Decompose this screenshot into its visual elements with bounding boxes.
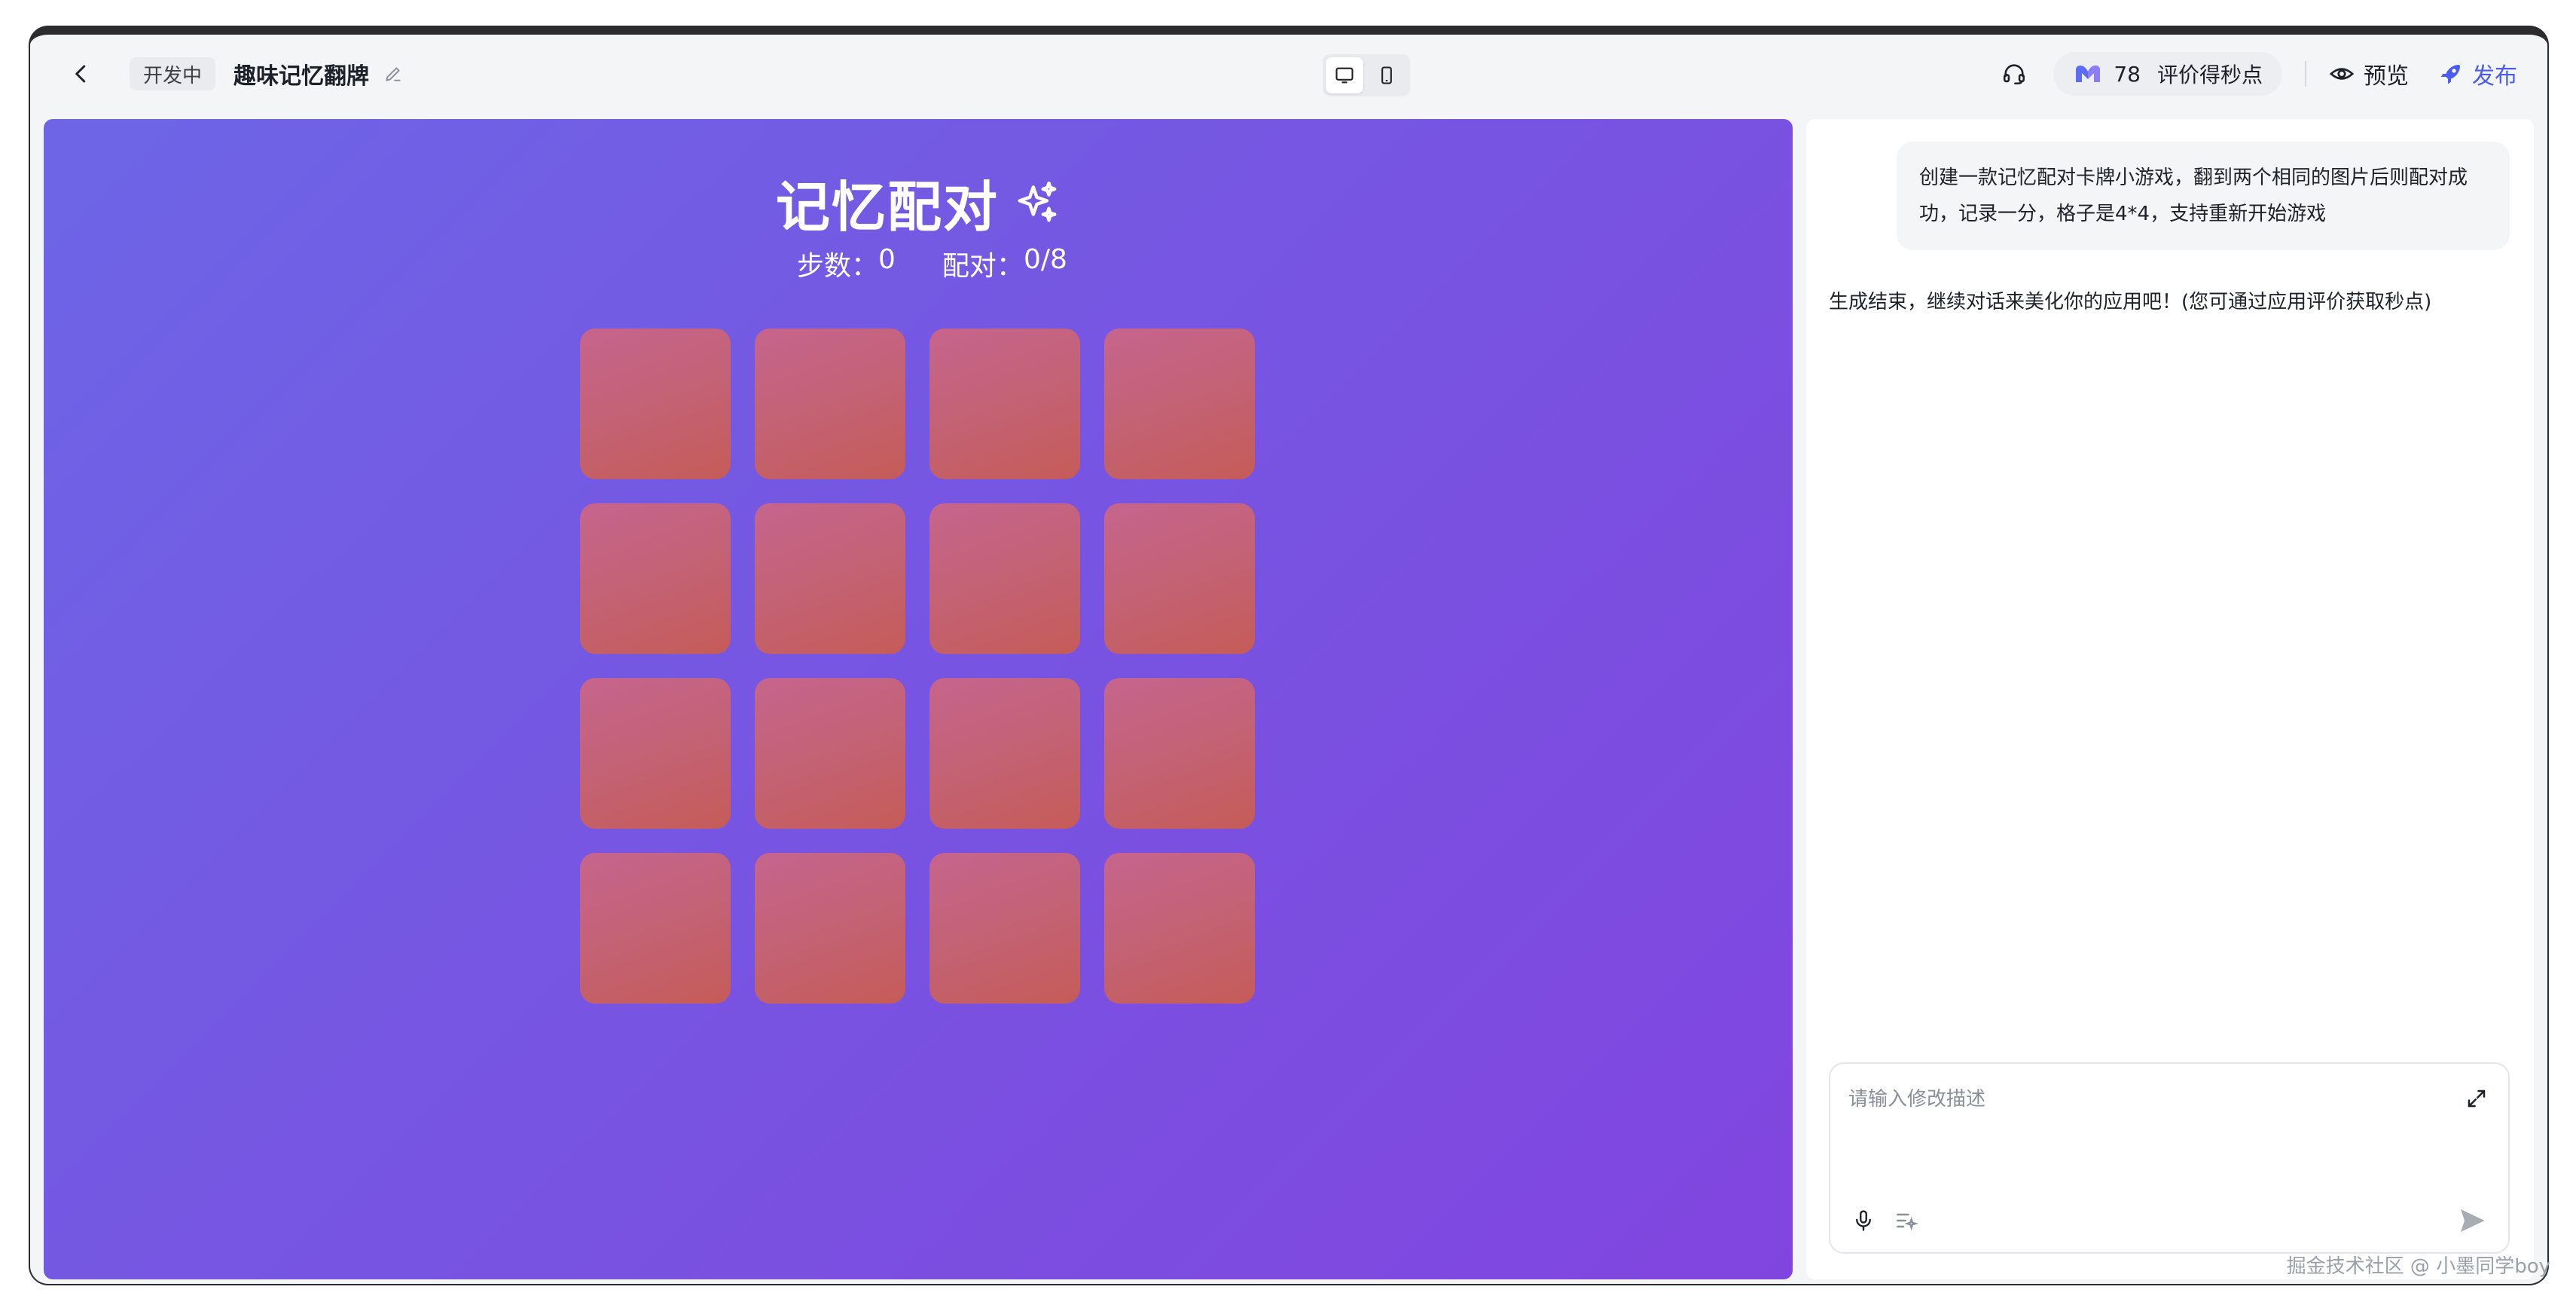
project-title: 趣味记忆翻牌 xyxy=(233,63,370,90)
memory-card[interactable] xyxy=(929,329,1080,479)
game-title: 记忆配对 xyxy=(775,176,999,239)
game-stats: 步数： 0 配对： 0/8 xyxy=(797,244,1067,283)
steps-value: 0 xyxy=(878,244,896,275)
expand-icon xyxy=(2468,1089,2486,1108)
send-button[interactable] xyxy=(2454,1203,2490,1239)
user-message-bubble: 创建一款记忆配对卡牌小游戏，翻到两个相同的图片后则配对成功，记录一分，格子是4*… xyxy=(1897,142,2510,250)
memory-card[interactable] xyxy=(580,853,731,1004)
headset-icon xyxy=(2004,64,2025,85)
game-preview: 记忆配对 步数： 0 配对： 0/8 xyxy=(44,119,1793,1279)
top-bar: 开发中 趣味记忆翻牌 78 评价得秒点 预览 发布 xyxy=(30,35,2547,113)
rocket-icon xyxy=(2440,65,2460,84)
preview-button[interactable]: 预览 xyxy=(2329,57,2409,90)
memory-card[interactable] xyxy=(580,678,731,829)
memory-card[interactable] xyxy=(755,853,905,1004)
prompt-optimize-button[interactable] xyxy=(1891,1206,1922,1236)
watermark: 掘金技术社区 @ 小墨同学boy xyxy=(2286,1255,2550,1278)
back-button[interactable] xyxy=(60,53,102,95)
memory-card[interactable] xyxy=(580,329,731,479)
pencil-icon xyxy=(386,67,401,81)
chevron-left-icon xyxy=(75,65,86,83)
pairs-value: 0/8 xyxy=(1023,244,1067,275)
publish-button[interactable]: 发布 xyxy=(2439,57,2517,90)
phone-icon xyxy=(1381,66,1392,84)
chat-input[interactable] xyxy=(1848,1083,2421,1144)
memory-card[interactable] xyxy=(1104,503,1255,654)
desktop-view-button[interactable] xyxy=(1326,57,1363,93)
edit-title-button[interactable] xyxy=(380,60,407,87)
points-chip[interactable]: 78 评价得秒点 xyxy=(2053,52,2282,96)
memory-card[interactable] xyxy=(755,329,905,479)
chat-panel: 创建一款记忆配对卡牌小游戏，翻到两个相同的图片后则配对成功，记录一分，格子是4*… xyxy=(1806,119,2534,1279)
steps-label: 步数： xyxy=(797,251,879,282)
memory-card[interactable] xyxy=(1104,853,1255,1004)
memory-card[interactable] xyxy=(929,678,1080,829)
preview-label: 预览 xyxy=(2364,63,2409,90)
list-sparkle-icon xyxy=(1896,1213,1918,1231)
app-window: 开发中 趣味记忆翻牌 78 评价得秒点 预览 发布 记忆配对 步数： 0 配对：… xyxy=(29,26,2549,1285)
memory-card[interactable] xyxy=(1104,329,1255,479)
voice-input-button[interactable] xyxy=(1848,1204,1879,1237)
customer-service-button[interactable] xyxy=(1993,53,2035,95)
points-value: 78 xyxy=(2114,61,2141,87)
memory-card[interactable] xyxy=(1104,678,1255,829)
status-badge: 开发中 xyxy=(130,57,216,90)
send-icon xyxy=(2461,1209,2485,1232)
monitor-icon xyxy=(1335,67,1354,84)
device-switch xyxy=(1323,54,1410,96)
memory-card[interactable] xyxy=(755,678,905,829)
memory-card[interactable] xyxy=(580,503,731,654)
pairs-counter: 配对： 0/8 xyxy=(942,244,1067,283)
eye-icon xyxy=(2329,68,2355,80)
memory-card[interactable] xyxy=(929,853,1080,1004)
points-label: 评价得秒点 xyxy=(2156,63,2263,87)
memory-card[interactable] xyxy=(755,503,905,654)
publish-label: 发布 xyxy=(2472,63,2517,90)
toolbar-divider xyxy=(2305,61,2306,87)
memory-card[interactable] xyxy=(929,503,1080,654)
sparkles-icon xyxy=(1018,181,1057,222)
steps-counter: 步数： 0 xyxy=(797,244,896,283)
assistant-message: 生成结束，继续对话来美化你的应用吧！(您可通过应用评价获取秒点) xyxy=(1829,291,2432,313)
pairs-label: 配对： xyxy=(942,251,1024,282)
expand-input-button[interactable] xyxy=(2462,1083,2492,1114)
microphone-icon xyxy=(1856,1210,1871,1231)
mobile-view-button[interactable] xyxy=(1368,57,1406,93)
chat-input-box xyxy=(1829,1062,2510,1254)
brand-logo-icon xyxy=(2076,66,2101,82)
